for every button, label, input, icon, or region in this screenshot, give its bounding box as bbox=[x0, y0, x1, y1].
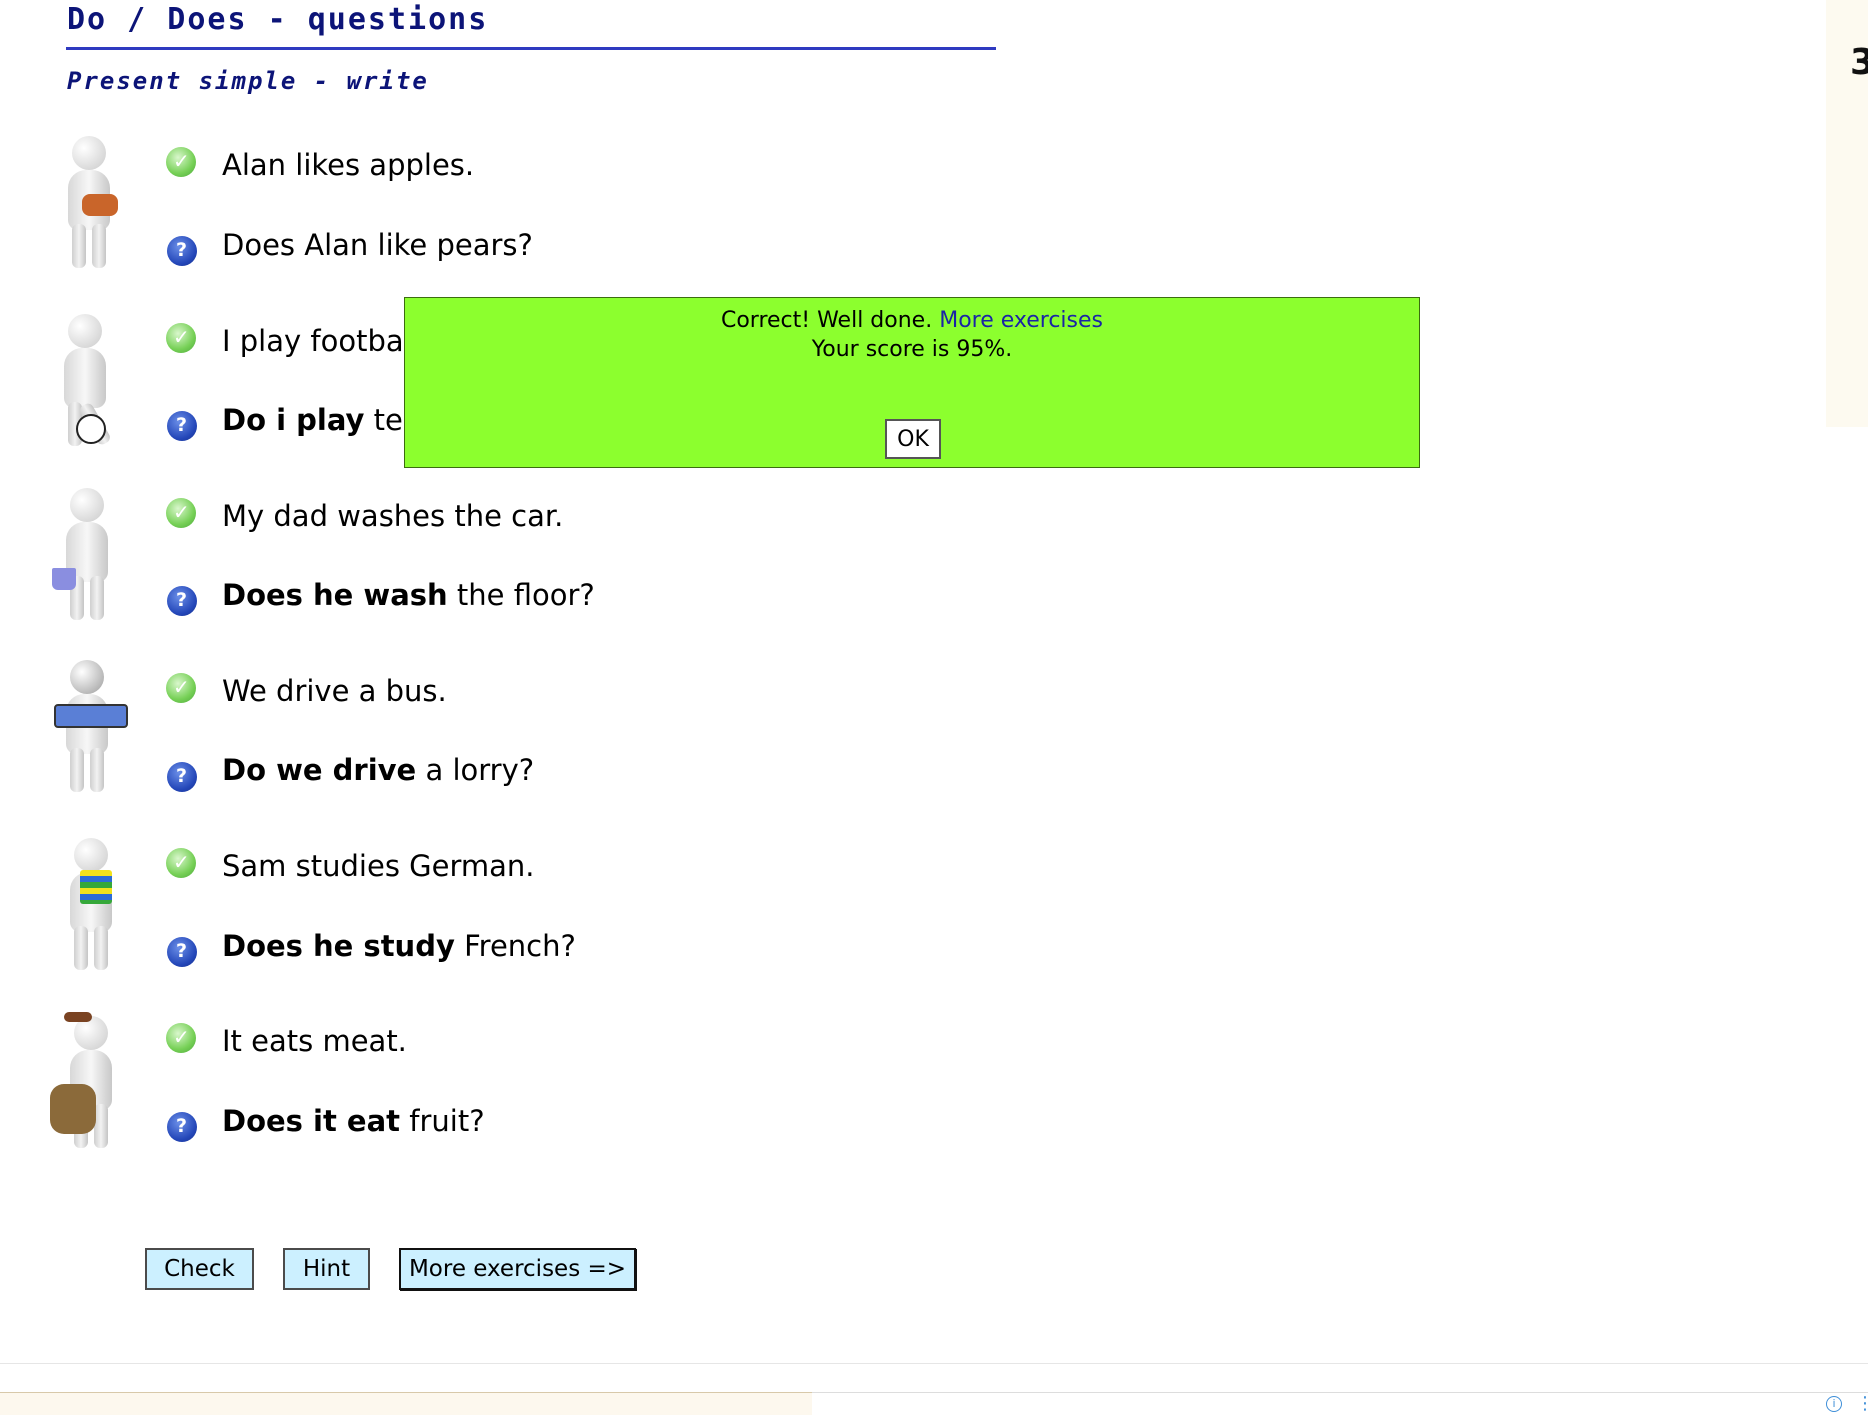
question-answer[interactable]: Does it eat fruit? bbox=[222, 1104, 485, 1138]
footer-divider bbox=[0, 1363, 1868, 1364]
footer-bar-right bbox=[812, 1392, 1868, 1415]
statement-text: I play footba bbox=[222, 324, 404, 358]
statement-text: We drive a bus. bbox=[222, 674, 447, 708]
question-icon[interactable] bbox=[167, 236, 197, 266]
info-icon[interactable]: i bbox=[1826, 1396, 1842, 1412]
result-popup: Correct! Well done. More exercises Your … bbox=[404, 297, 1420, 468]
statement-text: It eats meat. bbox=[222, 1024, 407, 1058]
check-icon bbox=[166, 848, 196, 878]
question-answer[interactable]: Do i play te bbox=[222, 403, 403, 437]
page-subtitle: Present simple - write bbox=[67, 67, 429, 95]
question-icon[interactable] bbox=[167, 586, 197, 616]
statement-text: My dad washes the car. bbox=[222, 499, 564, 533]
footer-bar bbox=[0, 1392, 812, 1415]
right-edge-glyph: 3 bbox=[1850, 42, 1868, 83]
hint-button[interactable]: Hint bbox=[283, 1248, 370, 1290]
figure-dog-icon bbox=[50, 1012, 130, 1152]
check-icon bbox=[166, 673, 196, 703]
question-icon[interactable] bbox=[167, 762, 197, 792]
page-title: Do / Does - questions bbox=[67, 2, 489, 37]
more-menu-icon[interactable]: ⋮ bbox=[1856, 1394, 1868, 1414]
figure-washing-icon bbox=[46, 484, 126, 624]
ok-button[interactable]: OK bbox=[885, 419, 941, 459]
question-icon[interactable] bbox=[167, 411, 197, 441]
question-answer[interactable]: Does he wash the floor? bbox=[222, 578, 595, 612]
title-underline bbox=[66, 47, 996, 50]
figure-books-icon bbox=[50, 834, 130, 974]
check-icon bbox=[166, 147, 196, 177]
question-icon[interactable] bbox=[167, 1112, 197, 1142]
check-icon bbox=[166, 498, 196, 528]
statement-text: Sam studies German. bbox=[222, 849, 535, 883]
figure-fruit-basket-icon bbox=[48, 132, 128, 272]
check-icon bbox=[166, 1023, 196, 1053]
popup-score: Your score is 95%. bbox=[811, 337, 1013, 362]
check-icon bbox=[166, 323, 196, 353]
figure-football-icon bbox=[44, 310, 124, 450]
more-exercises-button[interactable]: More exercises => bbox=[399, 1248, 636, 1290]
figure-bus-driver-icon bbox=[46, 656, 128, 796]
question-icon[interactable] bbox=[167, 937, 197, 967]
more-exercises-link[interactable]: More exercises bbox=[939, 308, 1103, 333]
question-answer[interactable]: Does he study French? bbox=[222, 929, 576, 963]
check-button[interactable]: Check bbox=[145, 1248, 254, 1290]
question-answer[interactable]: Do we drive a lorry? bbox=[222, 753, 534, 787]
statement-text: Alan likes apples. bbox=[222, 148, 475, 182]
popup-message: Correct! Well done. bbox=[720, 308, 933, 333]
question-answer[interactable]: Does Alan like pears? bbox=[222, 228, 533, 262]
